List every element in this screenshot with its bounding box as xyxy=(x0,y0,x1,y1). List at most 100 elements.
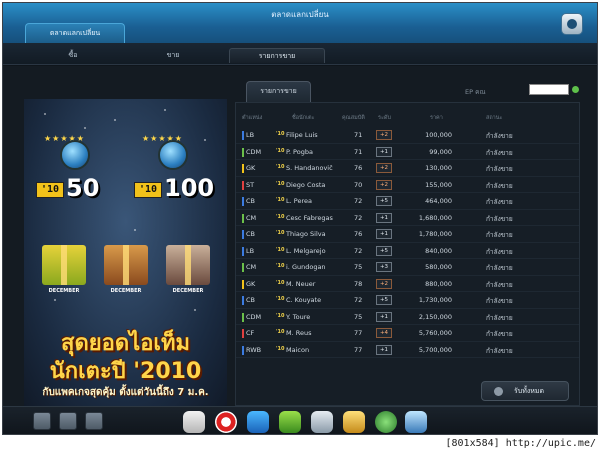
claim-all-button[interactable]: รับทั้งหมด xyxy=(481,381,569,401)
season-chip: '10 xyxy=(36,182,64,198)
cell-ovr: 77 xyxy=(354,345,363,354)
tab-market[interactable]: ตลาดแลกเปลี่ยน xyxy=(25,23,125,43)
season-badge: '10 xyxy=(276,164,285,170)
cell-ovr: 71 xyxy=(354,147,363,156)
home-button[interactable] xyxy=(561,13,583,35)
person-icon xyxy=(494,387,503,396)
gift-label: DECEMBER xyxy=(48,288,80,294)
whistle-icon[interactable] xyxy=(183,411,205,433)
grade-badge: +1 xyxy=(376,344,392,355)
cell-status: กำลังขาย xyxy=(486,181,513,190)
position-color-marker xyxy=(242,279,244,289)
cell-status: กำลังขาย xyxy=(486,330,513,338)
table-row[interactable]: GK '10 M. Neuer 78 +2 880,000 กำลังขาย xyxy=(236,276,579,292)
cards-icon[interactable] xyxy=(311,411,333,433)
game-window: ตลาดแลกเปลี่ยน ตลาดแลกเปลี่ยน ซื้อ ขาย ร… xyxy=(2,2,598,435)
promo-banner[interactable]: ★★★★★ '10 50 ★★★★★ '10 100 DECEMBER DECE… xyxy=(24,99,227,406)
season-chip: '10 xyxy=(134,182,162,198)
season-badge: '10 xyxy=(276,296,285,302)
cell-status: กำลังขาย xyxy=(486,132,513,140)
table-row[interactable]: ST '10 Diego Costa 70 +2 155,000 กำลังขาย xyxy=(236,177,579,193)
header-price: ราคา xyxy=(430,115,443,121)
grade-badge: +2 xyxy=(376,163,392,173)
cell-ovr: 70 xyxy=(354,180,363,189)
mail-icon[interactable] xyxy=(85,412,103,430)
position-color-marker xyxy=(242,329,244,338)
header-grade: ระดับ xyxy=(378,115,391,121)
cell-ovr: 72 xyxy=(354,246,363,255)
cart-icon[interactable] xyxy=(405,411,427,433)
tab-buy[interactable]: ซื้อ xyxy=(43,48,103,63)
cell-player-name: S. Handanovič xyxy=(286,164,333,172)
tab-listings-panel[interactable]: รายการขาย xyxy=(246,81,311,102)
shirt-icon[interactable] xyxy=(343,411,365,433)
listings-table: ตำแหน่ง ชื่อนักเตะ คุณสมบัติ ระดับ ราคา … xyxy=(235,102,580,406)
season-badge: '10 xyxy=(276,230,285,236)
position-color-marker xyxy=(242,180,244,190)
header-position: ตำแหน่ง xyxy=(242,115,263,121)
profile-icon[interactable] xyxy=(33,412,51,430)
cell-price: 2,150,000 xyxy=(418,312,452,321)
table-row[interactable]: RWB '10 Maicon 77 +1 5,700,000 กำลังขาย xyxy=(236,342,579,358)
table-row[interactable]: CB '10 C. Kouyate 72 +5 1,730,000 กำลังขาย xyxy=(236,292,579,309)
grade-badge: +5 xyxy=(376,196,392,206)
gift-box-icon xyxy=(104,245,148,285)
cell-position: CF xyxy=(246,329,255,337)
ball-icon[interactable] xyxy=(215,411,237,433)
cell-status: กำลังขาย xyxy=(486,231,513,239)
season-badge: '10 xyxy=(276,213,285,220)
cell-ovr: 72 xyxy=(354,197,363,205)
season-badge: '10 xyxy=(276,147,285,154)
tab-sell[interactable]: ขาย xyxy=(143,48,203,63)
cell-position: CB xyxy=(246,197,255,205)
tab-listings[interactable]: รายการขาย xyxy=(229,48,325,63)
table-row[interactable]: CB '10 Thiago Silva 76 +1 1,780,000 กำลังขาย xyxy=(236,226,579,243)
bottom-dock xyxy=(3,406,597,434)
cell-position: CB xyxy=(246,296,255,304)
cell-price: 464,000 xyxy=(425,197,452,205)
table-row[interactable]: CM '10 Cesc Fabregas 72 +1 1,680,000 กำลังขาย xyxy=(236,210,579,226)
boots-icon[interactable] xyxy=(247,411,269,433)
table-row[interactable]: CF '10 M. Reus 77 +4 5,760,000 กำลังขาย xyxy=(236,325,579,342)
chat-icon[interactable] xyxy=(59,412,77,430)
cell-status: กำลังขาย xyxy=(486,346,513,355)
gift-label: DECEMBER xyxy=(110,288,142,294)
cone-icon[interactable] xyxy=(279,411,301,433)
cell-player-name: Diego Costa xyxy=(286,180,326,189)
window-title: ตลาดแลกเปลี่ยน xyxy=(271,10,329,19)
cell-player-name: Cesc Fabregas xyxy=(286,213,333,222)
cell-position: LB xyxy=(246,246,255,255)
sub-navigation: ซื้อ ขาย รายการขาย xyxy=(3,43,597,65)
cell-status: กำลังขาย xyxy=(486,280,513,289)
cell-ovr: 75 xyxy=(354,312,363,321)
cell-player-name: Maicon xyxy=(286,345,310,354)
table-row[interactable]: CM '10 i. Gundogan 75 +3 580,000 กำลังขาย xyxy=(236,259,579,276)
cell-player-name: Thiago Silva xyxy=(286,230,326,238)
promo-caption: กับแพคเกจสุดคุ้ม ตั้งแต่วันนี้ถึง 7 ม.ค. xyxy=(42,387,209,398)
table-row[interactable]: CB '10 L. Perea 72 +5 464,000 กำลังขาย xyxy=(236,193,579,210)
ep-value-field xyxy=(529,84,569,95)
image-source-note: [801x584] http://upic.me/ xyxy=(445,438,596,449)
title-bar: ตลาดแลกเปลี่ยน ตลาดแลกเปลี่ยน xyxy=(3,3,597,43)
cell-price: 99,000 xyxy=(429,147,452,156)
cell-position: GK xyxy=(246,164,256,172)
position-color-marker xyxy=(242,296,244,305)
table-header: ตำแหน่ง ชื่อนักเตะ คุณสมบัติ ระดับ ราคา … xyxy=(236,112,579,124)
season-badge: '10 xyxy=(276,329,285,335)
cell-price: 5,760,000 xyxy=(418,329,452,337)
table-row[interactable]: CDM '10 Y. Toure 75 +1 2,150,000 กำลังขาย xyxy=(236,309,579,325)
table-row[interactable]: CDM '10 P. Pogba 71 +1 99,000 กำลังขาย xyxy=(236,144,579,160)
table-row[interactable]: GK '10 S. Handanovič 76 +2 130,000 กำลังขาย xyxy=(236,160,579,177)
club-icon[interactable] xyxy=(375,411,397,433)
ep-coin-icon xyxy=(572,86,579,93)
table-row[interactable]: LB '10 L. Melgarejo 72 +5 840,000 กำลังขาย xyxy=(236,243,579,259)
table-row[interactable]: LB '10 Filipe Luis 71 +2 100,000 กำลังขาย xyxy=(236,127,579,144)
grade-badge: +3 xyxy=(376,262,392,272)
player-avatar-icon xyxy=(60,140,90,170)
season-badge: '10 xyxy=(276,246,285,253)
cell-status: กำลังขาย xyxy=(486,165,513,173)
cell-player-name: L. Melgarejo xyxy=(286,246,326,255)
position-color-marker xyxy=(242,345,244,355)
cell-price: 1,780,000 xyxy=(418,230,452,238)
cell-status: กำลังขาย xyxy=(486,247,513,256)
